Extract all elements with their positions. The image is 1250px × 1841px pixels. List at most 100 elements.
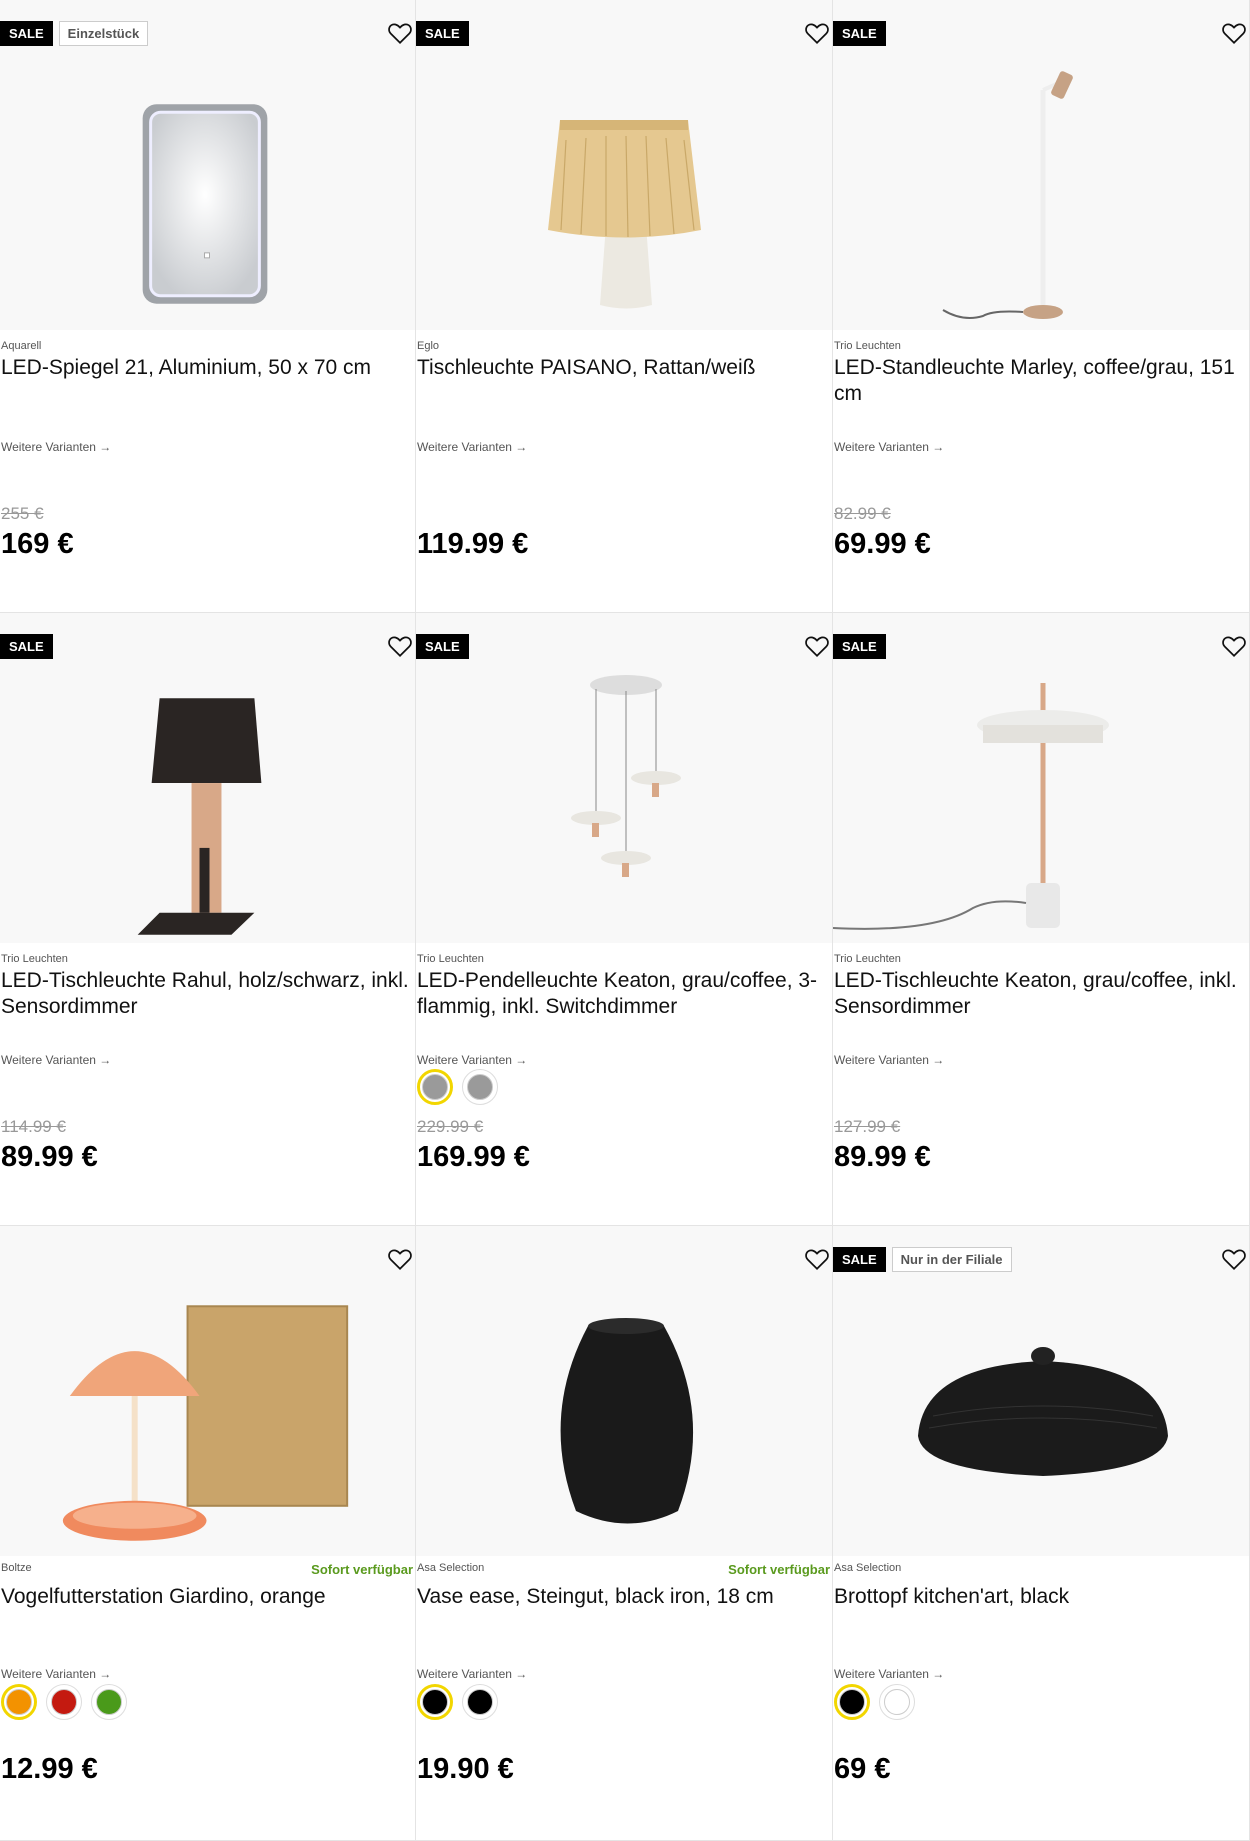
more-variants-link[interactable]: Weitere Varianten →: [834, 1053, 944, 1067]
product-brand: Trio Leuchten: [417, 953, 484, 965]
product-title[interactable]: Vogelfutterstation Giardino, orange: [1, 1584, 411, 1610]
badge-group: SALE Einzelstück: [0, 21, 149, 46]
product-title[interactable]: LED-Standleuchte Marley, coffee/grau, 15…: [834, 355, 1245, 407]
product-image[interactable]: [0, 1286, 415, 1556]
product-card[interactable]: SALE Trio Leuchten LED-Tischleuchte Rahul,…: [0, 613, 416, 1226]
product-title[interactable]: Brottopf kitchen'art, black: [834, 1584, 1245, 1610]
color-swatch[interactable]: [462, 1069, 498, 1105]
current-price: 119.99 €: [417, 528, 529, 560]
info-badge: Einzelstück: [58, 21, 149, 46]
sale-badge: SALE: [833, 1247, 886, 1272]
sale-badge: SALE: [833, 634, 886, 659]
product-brand: Trio Leuchten: [1, 953, 68, 965]
product-image-area[interactable]: [833, 1226, 1249, 1556]
color-swatches: [1, 1684, 127, 1720]
badge-group: SALE: [416, 21, 469, 46]
color-swatch[interactable]: [91, 1684, 127, 1720]
product-image-area[interactable]: [833, 0, 1249, 330]
product-card[interactable]: Asa Selection Sofort verfügbar Vase ease, …: [416, 1226, 833, 1841]
product-image[interactable]: [832, 673, 1249, 943]
product-brand: Boltze: [1, 1562, 32, 1574]
heart-outline-icon[interactable]: [1221, 20, 1247, 46]
original-price: 82.99 €: [834, 504, 891, 523]
product-title[interactable]: Vase ease, Steingut, black iron, 18 cm: [417, 1584, 828, 1610]
heart-outline-icon[interactable]: [387, 1246, 413, 1272]
heart-outline-icon[interactable]: [804, 1246, 830, 1272]
more-variants-link[interactable]: Weitere Varianten →: [1, 1053, 111, 1067]
product-brand: Trio Leuchten: [834, 953, 901, 965]
product-image[interactable]: [0, 673, 415, 943]
product-card[interactable]: SALE Trio Leuchten LED-Pendelleuchte Keato…: [416, 613, 833, 1226]
product-card[interactable]: SALE Einzelstück Aquarell LED-Spiegel 21, A…: [0, 0, 416, 613]
badge-group: SALE Nur in der Filiale: [833, 1247, 1012, 1272]
original-price: 255 €: [1, 504, 44, 523]
product-image[interactable]: [416, 60, 832, 330]
heart-outline-icon[interactable]: [387, 633, 413, 659]
color-swatch[interactable]: [46, 1684, 82, 1720]
color-swatch[interactable]: [879, 1684, 915, 1720]
more-variants-link[interactable]: Weitere Varianten →: [417, 1667, 527, 1681]
product-image[interactable]: [416, 673, 832, 943]
product-card[interactable]: SALE Trio Leuchten LED-Tischleuchte Keaton…: [832, 613, 1250, 1226]
product-image-area[interactable]: [0, 613, 415, 943]
color-swatch[interactable]: [1, 1684, 37, 1720]
product-image[interactable]: [0, 60, 415, 330]
more-variants-link[interactable]: Weitere Varianten →: [1, 440, 111, 454]
info-badge: Nur in der Filiale: [891, 1247, 1012, 1272]
current-price: 69.99 €: [834, 528, 931, 560]
heart-outline-icon[interactable]: [804, 633, 830, 659]
product-image-area[interactable]: [416, 0, 832, 330]
product-card[interactable]: SALE Nur in der Filiale Asa Selection Brott…: [833, 1226, 1250, 1841]
current-price: 19.90 €: [417, 1753, 514, 1785]
product-brand: Eglo: [417, 340, 440, 352]
product-image-area[interactable]: [416, 613, 832, 943]
product-card[interactable]: SALE Trio Leuchten LED-Standleuchte Marley…: [833, 0, 1250, 613]
product-brand: Asa Selection: [834, 1562, 902, 1574]
heart-outline-icon[interactable]: [387, 20, 413, 46]
original-price: 229.99 €: [417, 1117, 484, 1136]
color-swatch[interactable]: [417, 1684, 453, 1720]
sale-badge: SALE: [0, 21, 53, 46]
more-variants-link[interactable]: Weitere Varianten →: [1, 1667, 111, 1681]
product-image-area[interactable]: [0, 0, 415, 330]
product-card[interactable]: Boltze Sofort verfügbar Vogelfutterstation…: [0, 1226, 416, 1841]
product-title[interactable]: LED-Spiegel 21, Aluminium, 50 x 70 cm: [1, 355, 411, 381]
product-brand: Trio Leuchten: [834, 340, 901, 352]
more-variants-link[interactable]: Weitere Varianten →: [417, 440, 527, 454]
color-swatches: [417, 1069, 498, 1105]
sale-badge: SALE: [416, 634, 469, 659]
sale-badge: SALE: [0, 634, 53, 659]
product-title[interactable]: LED-Tischleuchte Keaton, grau/coffee, in…: [834, 968, 1245, 1020]
color-swatch[interactable]: [834, 1684, 870, 1720]
product-image[interactable]: [833, 1286, 1249, 1556]
product-image-area[interactable]: [832, 613, 1249, 943]
product-image-area[interactable]: [416, 1226, 832, 1556]
original-price: 127.99 €: [834, 1117, 901, 1136]
current-price: 169 €: [1, 528, 74, 560]
sale-badge: SALE: [416, 21, 469, 46]
heart-outline-icon[interactable]: [804, 20, 830, 46]
heart-outline-icon[interactable]: [1221, 1246, 1247, 1272]
product-brand: Asa Selection: [417, 1562, 485, 1574]
product-card[interactable]: SALE Eglo Tischleuchte PAISANO, Rattan/wei…: [416, 0, 833, 613]
original-price: 114.99 €: [1, 1117, 66, 1136]
current-price: 89.99 €: [1, 1141, 98, 1173]
product-brand: Aquarell: [1, 340, 42, 352]
product-image[interactable]: [833, 60, 1249, 330]
badge-group: SALE: [833, 21, 886, 46]
product-title[interactable]: LED-Tischleuchte Rahul, holz/schwarz, in…: [1, 968, 411, 1020]
color-swatch[interactable]: [417, 1069, 453, 1105]
product-title[interactable]: Tischleuchte PAISANO, Rattan/weiß: [417, 355, 828, 381]
product-image[interactable]: [416, 1286, 832, 1556]
more-variants-link[interactable]: Weitere Varianten →: [417, 1053, 527, 1067]
badge-group: SALE: [833, 634, 886, 659]
more-variants-link[interactable]: Weitere Varianten →: [834, 1667, 944, 1681]
more-variants-link[interactable]: Weitere Varianten →: [834, 440, 944, 454]
current-price: 89.99 €: [834, 1141, 931, 1173]
badge-group: SALE: [0, 634, 53, 659]
color-swatch[interactable]: [462, 1684, 498, 1720]
product-title[interactable]: LED-Pendelleuchte Keaton, grau/coffee, 3…: [417, 968, 828, 1020]
product-image-area[interactable]: [0, 1226, 415, 1556]
badge-group: SALE: [416, 634, 469, 659]
heart-outline-icon[interactable]: [1221, 633, 1247, 659]
